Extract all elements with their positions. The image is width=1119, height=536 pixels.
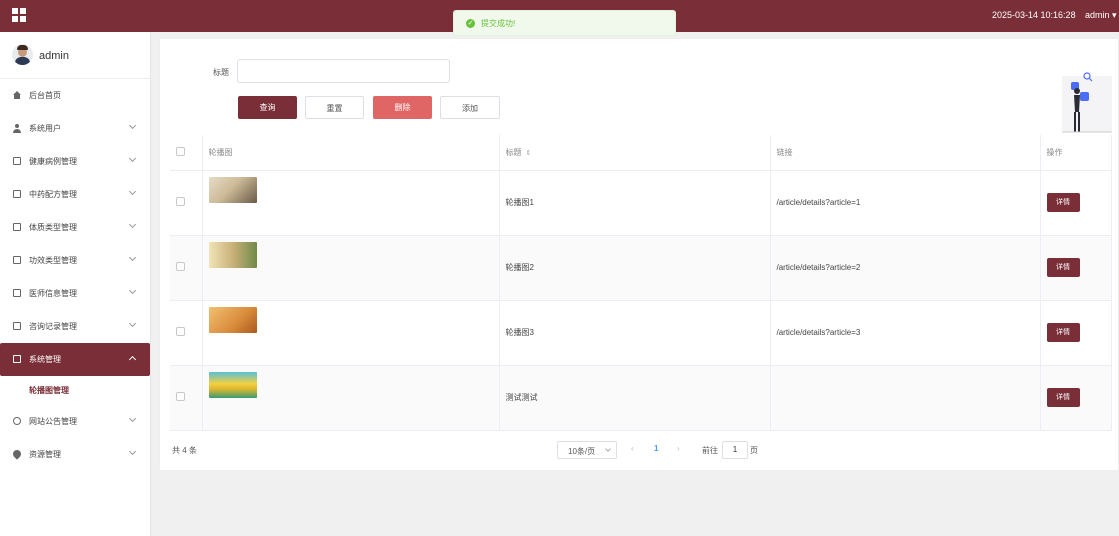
row-checkbox[interactable] [176,327,185,336]
detail-button[interactable]: 详情 [1046,323,1080,342]
detail-button[interactable]: 详情 [1046,258,1080,277]
sidebar-item-system-management[interactable]: 系统管理 [0,343,150,376]
chevron-up-icon [128,355,137,364]
carousel-thumbnail [208,306,257,333]
chevron-down-icon [128,121,137,130]
select-all-cell[interactable] [170,135,203,171]
sidebar-item-system-users[interactable]: 系统用户 [0,112,150,145]
page-size-select[interactable]: 10条/页 [557,441,617,459]
row-title: 轮播图1 [499,170,771,236]
detail-button[interactable]: 详情 [1046,193,1080,212]
goto-label: 前往 [702,446,718,455]
column-header-action: 操作 [1040,135,1112,171]
user-menu[interactable]: admin ▾ [1085,10,1117,21]
row-checkbox[interactable] [176,262,185,271]
carousel-thumbnail [208,176,257,203]
table-header-row: 轮播图 标题 ⇕ 链接 操作 [170,135,1112,171]
search-label: 标题 [213,68,229,77]
sidebar-item-doctors[interactable]: 医师信息管理 [0,277,150,310]
document-icon [13,190,21,198]
row-title: 轮播图2 [499,235,771,301]
add-button[interactable]: 添加 [440,96,500,119]
table-row: 轮播图1 /article/details?article=1 详情 [170,170,1112,236]
sort-icon[interactable]: ⇕ [526,150,532,157]
chevron-down-icon [128,447,137,456]
profile-name: admin [39,50,69,62]
document-icon [13,157,21,165]
prev-page-icon[interactable]: ‹ [631,444,634,453]
goto-page-input[interactable]: 1 [722,441,748,459]
chevron-down-icon [128,187,137,196]
detail-button[interactable]: 详情 [1046,388,1080,407]
home-icon [13,91,21,99]
sidebar-item-efficacy-types[interactable]: 功效类型管理 [0,244,150,277]
person-illustration [1062,72,1112,133]
check-icon: ✓ [466,19,475,29]
row-link [770,365,1041,431]
location-icon [11,448,23,460]
sidebar-item-health-cases[interactable]: 健康病例管理 [0,145,150,178]
row-link: /article/details?article=3 [770,300,1041,366]
carousel-table: 轮播图 标题 ⇕ 链接 操作 轮播图1 /article/details?arti… [170,135,1112,431]
chevron-down-icon [128,286,137,295]
toast-message: 提交成功! [481,19,516,28]
chevron-down-icon [128,253,137,262]
sidebar-item-consultations[interactable]: 咨询记录管理 [0,310,150,343]
row-title: 测试测试 [499,365,771,431]
select-all-checkbox[interactable] [176,146,185,156]
user-icon [13,124,21,133]
sidebar: admin 后台首页 系统用户 健康病例管理 中药配方管理 体质类型管理 功效类… [0,32,151,536]
sidebar-profile: admin [0,32,150,79]
row-checkbox[interactable] [176,392,185,401]
chevron-down-icon [128,319,137,328]
column-header-image: 轮播图 [202,135,500,171]
row-link: /article/details?article=1 [770,170,1041,236]
document-icon [13,322,21,330]
row-checkbox[interactable] [176,197,185,206]
delete-button[interactable]: 删除 [373,96,432,119]
image-icon [13,355,21,363]
column-header-title[interactable]: 标题 ⇕ [499,135,771,171]
table-row: 轮播图2 /article/details?article=2 详情 [170,235,1112,301]
info-icon [13,417,21,425]
chevron-down-icon [128,154,137,163]
document-icon [13,256,21,264]
title-search-input[interactable] [237,59,450,83]
document-icon [13,289,21,297]
chevron-down-icon [128,220,137,229]
datetime: 2025-03-14 10:16:28 [992,10,1076,20]
sidebar-item-announcements[interactable]: 网站公告管理 [0,405,150,438]
chevron-down-icon [128,414,137,423]
reset-button[interactable]: 重置 [305,96,364,119]
column-header-link: 链接 [770,135,1041,171]
row-link: /article/details?article=2 [770,235,1041,301]
sidebar-item-home[interactable]: 后台首页 [0,79,150,112]
carousel-thumbnail [208,241,257,268]
document-icon [13,223,21,231]
page-unit-label: 页 [750,446,758,455]
sidebar-item-constitution-types[interactable]: 体质类型管理 [0,211,150,244]
sidebar-subitem-carousel[interactable]: 轮播图管理 [0,376,150,405]
page-number[interactable]: 1 [654,444,658,453]
sidebar-item-resources[interactable]: 资源管理 [0,438,150,471]
total-count: 共 4 条 [172,446,197,455]
success-toast: ✓ 提交成功! [453,10,676,36]
table-row: 测试测试 详情 [170,365,1112,431]
table-row: 轮播图3 /article/details?article=3 详情 [170,300,1112,366]
row-title: 轮播图3 [499,300,771,366]
next-page-icon[interactable]: › [677,444,680,453]
carousel-thumbnail [208,371,257,398]
chevron-down-icon [605,446,611,452]
query-button[interactable]: 查询 [238,96,297,119]
menu-grid-icon[interactable] [12,8,26,22]
sidebar-item-prescriptions[interactable]: 中药配方管理 [0,178,150,211]
avatar [12,44,33,65]
